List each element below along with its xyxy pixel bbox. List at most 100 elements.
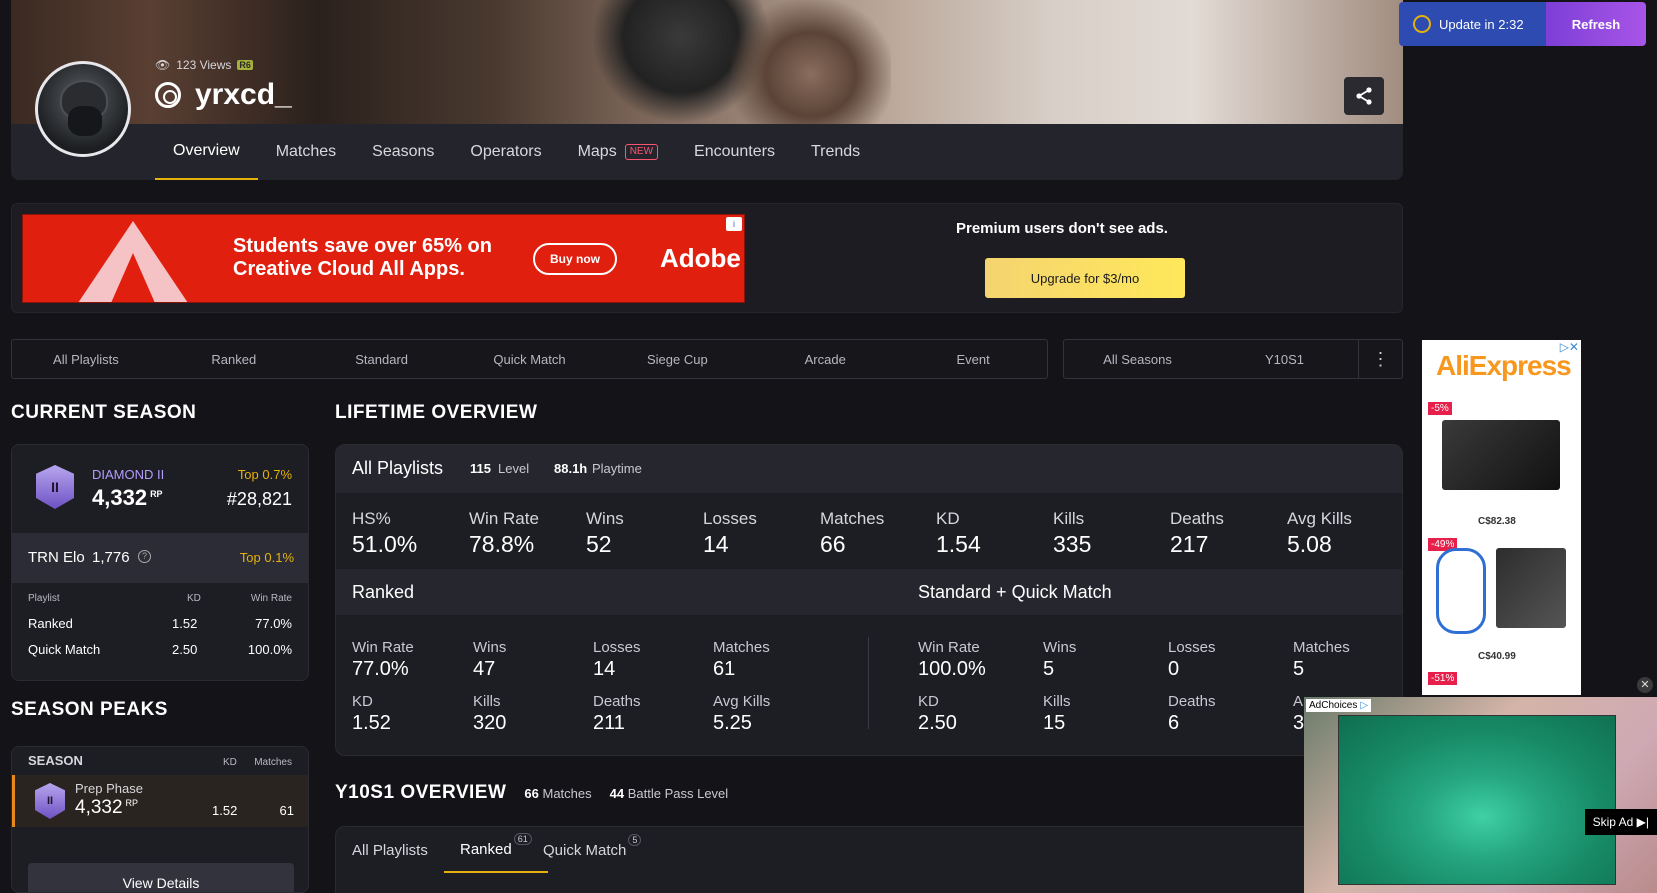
sq-kd: KD 2.50	[918, 693, 957, 734]
lifetime-card: All Playlists 115 Level 88.1h Playtime H…	[335, 444, 1403, 756]
stat-deaths: Deaths 217	[1170, 509, 1224, 557]
filter-standard[interactable]: Standard	[308, 340, 456, 378]
aliexpress-logo: AliExpress	[1436, 350, 1572, 381]
season-overview-heading: Y10S1 OVERVIEW	[335, 782, 507, 803]
tab-maps[interactable]: Maps NEW	[560, 124, 676, 180]
sq-kills: Kills 15	[1043, 693, 1071, 734]
stat-kills: Kills 335	[1053, 509, 1092, 557]
sq-losses: Losses 0	[1168, 639, 1216, 680]
clock-icon	[1413, 15, 1431, 33]
view-details-button[interactable]: View Details	[28, 863, 294, 892]
stat-matches: Matches 66	[820, 509, 885, 557]
season-peaks-heading: SEASON PEAKS	[11, 699, 168, 720]
sq-avg-kills: A3	[1293, 693, 1305, 734]
update-timer: Update in 2:32	[1399, 2, 1546, 46]
ranked-win-rate: Win Rate 77.0%	[352, 639, 414, 680]
tab-operators[interactable]: Operators	[452, 124, 559, 180]
video-ad[interactable]: AdChoices ▷ Skip Ad ▶|	[1304, 697, 1657, 893]
diamond-rank-icon: II	[35, 783, 65, 819]
adchoices-label[interactable]: AdChoices ▷	[1306, 699, 1372, 712]
help-icon[interactable]: ?	[138, 550, 151, 563]
season-overview-card: All Playlists Ranked 61 Quick Match 5	[335, 826, 1403, 893]
ranked-deaths: Deaths 211	[593, 693, 641, 734]
product-image	[1496, 548, 1566, 628]
sq-win-rate: Win Rate 100.0%	[918, 639, 986, 680]
buy-now-button[interactable]: Buy now	[533, 243, 617, 275]
eye-icon: 👁	[155, 58, 171, 72]
adchoices-icon[interactable]: i	[726, 217, 742, 231]
ad-headline: Students save over 65% on Creative Cloud…	[233, 235, 492, 280]
adobe-logo: Adobe	[660, 243, 741, 273]
video-frame	[1338, 715, 1616, 885]
tab-trends[interactable]: Trends	[793, 124, 878, 180]
current-season-card: II DIAMOND II 4,332 RP Top 0.7% #28,821 T…	[11, 444, 309, 681]
tab-encounters[interactable]: Encounters	[676, 124, 793, 180]
sq-deaths: Deaths 6	[1168, 693, 1216, 734]
top-percent: Top 0.7%	[237, 467, 292, 482]
season-peaks-card: SEASON KD Matches II Prep Phase 4,332 RP …	[11, 746, 309, 893]
premium-text: Premium users don't see ads.	[956, 220, 1168, 237]
sq-matches: Matches 5	[1293, 639, 1350, 680]
filter-arcade[interactable]: Arcade	[751, 340, 899, 378]
filter-y10s1[interactable]: Y10S1	[1211, 340, 1358, 378]
share-icon	[1356, 87, 1372, 105]
adobe-ad-banner[interactable]: Students save over 65% on Creative Cloud…	[22, 214, 745, 303]
trn-elo-row: TRN Elo 1,776 ? Top 0.1%	[12, 533, 308, 583]
season-filter: All Seasons Y10S1 ⋮	[1063, 339, 1403, 379]
tab-seasons[interactable]: Seasons	[354, 124, 452, 180]
game-badge: R6	[237, 60, 253, 70]
ranked-losses: Losses 14	[593, 639, 641, 680]
tab-matches[interactable]: Matches	[258, 124, 354, 180]
trn-elo-value: 1,776	[92, 549, 130, 566]
stat-wins: Wins 52	[586, 509, 624, 557]
product-image	[1442, 420, 1560, 490]
stat-losses: Losses 14	[703, 509, 757, 557]
stat-kd: KD 1.54	[936, 509, 981, 557]
update-widget: Update in 2:32 Refresh	[1399, 2, 1646, 46]
playlist-breakdown-header: Ranked Standard + Quick Match	[336, 569, 1402, 615]
refresh-button[interactable]: Refresh	[1546, 2, 1646, 46]
diamond-rank-icon: II	[36, 465, 74, 509]
ov-tab-quick-match[interactable]: Quick Match 5	[543, 827, 642, 873]
ranked-wins: Wins 47	[473, 639, 507, 680]
stat-hs: HS% 51.0%	[352, 509, 418, 557]
adchoices-icon: ▷	[1360, 700, 1369, 711]
tab-overview[interactable]: Overview	[155, 124, 258, 180]
new-badge: NEW	[624, 144, 659, 160]
filter-quick-match[interactable]: Quick Match	[456, 340, 604, 378]
leaderboard-position: #28,821	[226, 489, 292, 509]
close-video-ad-icon[interactable]: ✕	[1637, 677, 1653, 693]
playlist-filter: All Playlists Ranked Standard Quick Matc…	[11, 339, 1048, 379]
share-button[interactable]	[1344, 77, 1384, 115]
ov-tab-ranked[interactable]: Ranked 61	[444, 827, 548, 873]
username: yrxcd_	[155, 78, 292, 112]
stat-avg-kills: Avg Kills 5.08	[1287, 509, 1352, 557]
ranked-kd: KD 1.52	[352, 693, 391, 734]
stat-win-rate: Win Rate 78.8%	[469, 509, 539, 557]
peak-row: II Prep Phase 4,332 RP 1.52 61	[12, 775, 308, 827]
ov-tab-all-playlists[interactable]: All Playlists	[352, 827, 428, 873]
playlist-ranked: Ranked	[28, 616, 73, 631]
profile-tabs: Overview Matches Seasons Operators Maps N…	[155, 124, 878, 180]
filter-siege-cup[interactable]: Siege Cup	[603, 340, 751, 378]
lifetime-overview-heading: LIFETIME OVERVIEW	[335, 402, 538, 423]
views-count: 👁 123 Views R6	[155, 58, 253, 72]
skip-ad-button[interactable]: Skip Ad ▶|	[1584, 809, 1657, 835]
current-season-heading: CURRENT SEASON	[11, 402, 197, 423]
filter-ranked[interactable]: Ranked	[160, 340, 308, 378]
platform-icon	[155, 82, 181, 108]
filter-all-seasons[interactable]: All Seasons	[1064, 340, 1211, 378]
filter-event[interactable]: Event	[899, 340, 1047, 378]
rank-name: DIAMOND II	[92, 467, 165, 482]
upgrade-button[interactable]: Upgrade for $3/mo	[985, 258, 1185, 298]
ranked-avg-kills: Avg Kills 5.25	[713, 693, 771, 734]
avatar	[35, 61, 131, 157]
lifetime-header: All Playlists 115 Level 88.1h Playtime	[336, 445, 1402, 493]
trn-top-percent: Top 0.1%	[239, 550, 294, 565]
rank-points: 4,332 RP	[92, 485, 163, 510]
filter-all-playlists[interactable]: All Playlists	[12, 340, 160, 378]
aliexpress-ad[interactable]: ▷✕ AliExpress -5% C$82.38 -49% C$40.99 -…	[1422, 340, 1581, 695]
playlist-quick-match: Quick Match	[28, 642, 101, 657]
ranked-matches: Matches 61	[713, 639, 770, 680]
more-options-icon[interactable]: ⋮	[1358, 340, 1402, 378]
